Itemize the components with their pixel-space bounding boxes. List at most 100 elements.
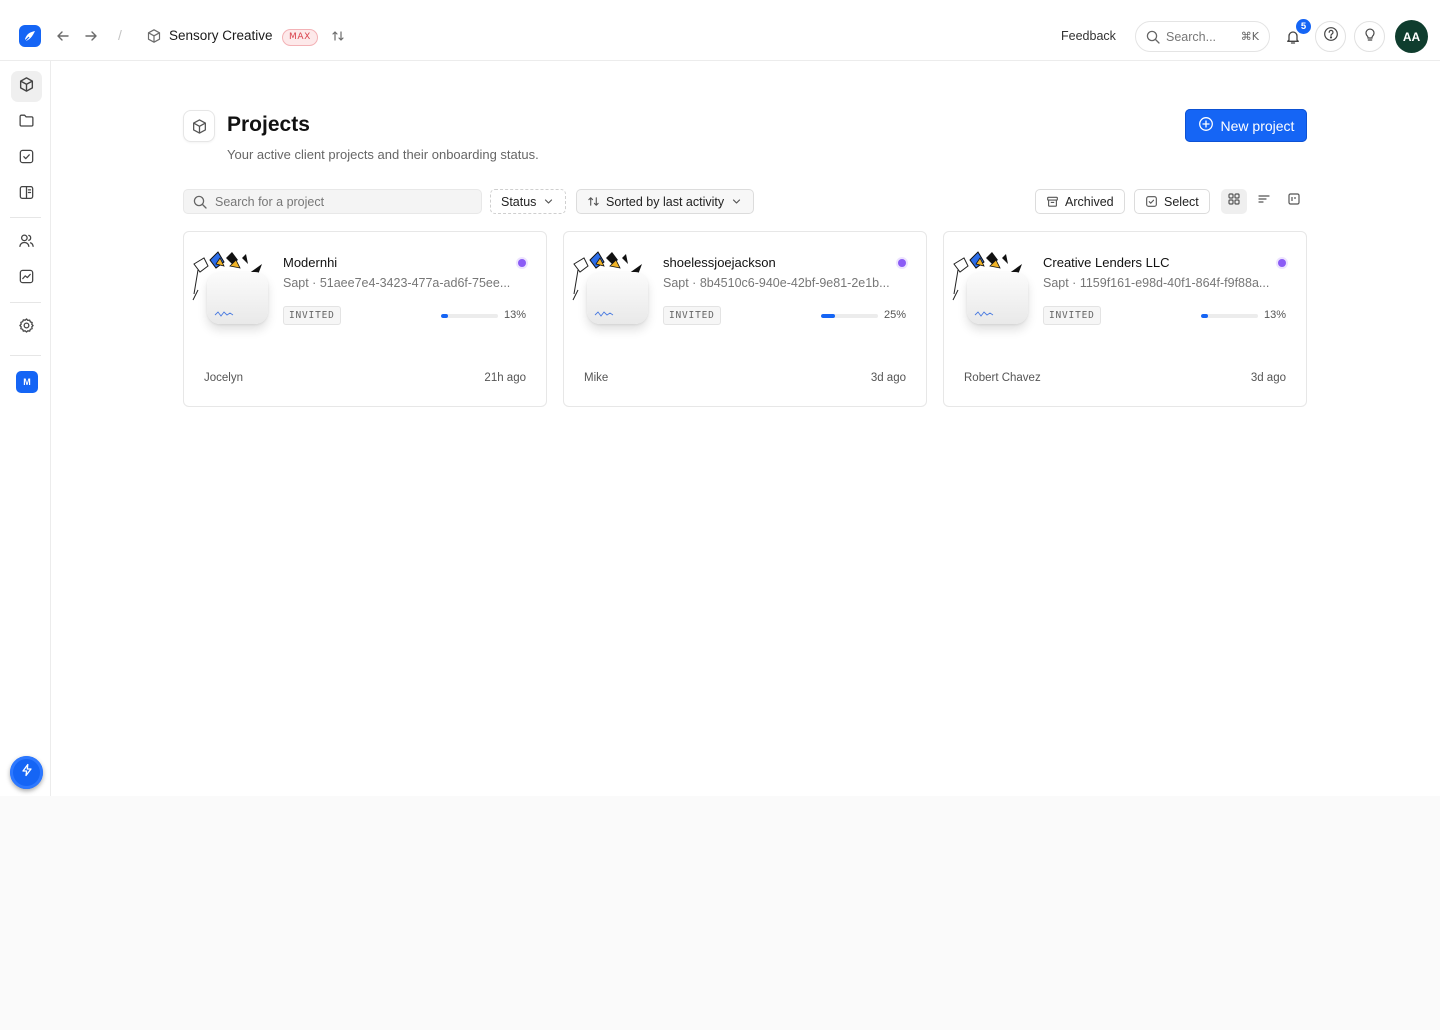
users-icon <box>18 232 35 254</box>
project-owner: Jocelyn <box>204 372 243 384</box>
project-card[interactable]: shoelessjoejackson Sapt · 8b4510c6-940e-… <box>563 231 927 407</box>
ideas-button[interactable] <box>1354 21 1385 52</box>
project-search-placeholder: Search for a project <box>215 194 325 209</box>
forward-arrow-icon[interactable] <box>83 28 99 44</box>
search-icon <box>193 195 207 209</box>
chart-icon <box>18 268 35 290</box>
progress-label: 25% <box>883 309 906 321</box>
sort-button[interactable]: Sorted by last activity <box>576 189 755 214</box>
list-icon <box>1257 192 1271 211</box>
check-square-icon <box>1145 195 1158 208</box>
folder-icon <box>18 112 35 134</box>
back-arrow-icon[interactable] <box>55 28 71 44</box>
check-square-icon <box>18 148 35 170</box>
sort-label: Sorted by last activity <box>606 194 725 209</box>
sidebar-item-analytics[interactable] <box>11 263 42 294</box>
sort-arrows-icon <box>587 195 600 208</box>
app-window: / Sensory Creative MAX Feedback Search..… <box>0 0 1440 796</box>
sidebar-item-forms[interactable] <box>11 179 42 210</box>
select-button[interactable]: Select <box>1134 189 1210 214</box>
gear-icon <box>18 317 35 339</box>
top-bar: / Sensory Creative MAX Feedback Search..… <box>0 12 1440 61</box>
progress-bar <box>1201 314 1258 318</box>
project-card[interactable]: Creative Lenders LLC Sapt · 1159f161-e98… <box>943 231 1307 407</box>
board-icon <box>1287 192 1301 211</box>
status-filter-button[interactable]: Status <box>490 189 567 214</box>
global-search[interactable]: Search... ⌘K <box>1135 21 1270 52</box>
sidebar-divider <box>10 302 41 303</box>
archived-label: Archived <box>1065 194 1114 209</box>
projects-box-icon <box>183 110 215 142</box>
status-filter-label: Status <box>501 194 537 209</box>
status-badge: INVITED <box>663 306 721 325</box>
lightning-icon <box>20 763 34 782</box>
progress-bar <box>441 314 498 318</box>
sidebar: M <box>0 61 51 796</box>
project-app-tile <box>967 272 1028 324</box>
grid-view-button[interactable] <box>1221 189 1247 214</box>
sidebar-item-projects[interactable] <box>11 71 42 102</box>
project-owner: Robert Chavez <box>964 372 1041 384</box>
app-logo-icon[interactable] <box>19 25 41 47</box>
project-meta: Sapt · 51aee7e4-3423-477a-ad6f-75ee... <box>283 276 511 290</box>
progress-bar <box>821 314 878 318</box>
last-activity: 3d ago <box>870 372 906 384</box>
sidebar-item-tasks[interactable] <box>11 143 42 174</box>
box-icon <box>18 76 35 98</box>
progress-fill <box>821 314 836 318</box>
global-search-placeholder: Search... <box>1166 29 1217 44</box>
progress-label: 13% <box>1263 309 1286 321</box>
search-shortcut: ⌘K <box>1240 30 1259 43</box>
help-button[interactable] <box>1315 21 1346 52</box>
progress-fill <box>441 314 449 318</box>
notification-count-badge: 5 <box>1296 19 1311 34</box>
breadcrumb-separator: / <box>118 27 122 43</box>
search-icon <box>1146 30 1160 44</box>
feedback-link[interactable]: Feedback <box>1061 29 1116 43</box>
select-label: Select <box>1164 194 1199 209</box>
new-project-label: New project <box>1220 117 1295 134</box>
chevron-down-icon <box>730 195 743 208</box>
progress-fill <box>1201 314 1209 318</box>
status-dot <box>518 259 526 267</box>
question-icon <box>1323 26 1339 47</box>
status-dot <box>898 259 906 267</box>
assistant-button[interactable] <box>10 756 43 789</box>
sidebar-item-clients[interactable] <box>11 227 42 258</box>
lightbulb-icon <box>1362 26 1378 47</box>
progress-label: 13% <box>503 309 526 321</box>
archived-button[interactable]: Archived <box>1035 189 1125 214</box>
switch-workspace-icon[interactable] <box>331 29 345 43</box>
workspace-box-icon <box>146 28 162 44</box>
list-view-button[interactable] <box>1251 189 1277 214</box>
plus-circle-icon <box>1198 116 1214 135</box>
archive-icon <box>1046 195 1059 208</box>
book-icon <box>18 184 35 206</box>
last-activity: 3d ago <box>1250 372 1286 384</box>
project-search-input[interactable]: Search for a project <box>183 189 482 214</box>
project-app-tile <box>587 272 648 324</box>
project-name: Creative Lenders LLC <box>1043 255 1170 270</box>
project-app-tile <box>207 272 268 324</box>
plan-badge: MAX <box>282 29 318 46</box>
avatar[interactable]: AA <box>1395 20 1428 53</box>
status-dot <box>1278 259 1286 267</box>
project-card[interactable]: Modernhi Sapt · 51aee7e4-3423-477a-ad6f-… <box>183 231 547 407</box>
status-badge: INVITED <box>1043 306 1101 325</box>
sidebar-item-settings[interactable] <box>11 312 42 343</box>
last-activity: 21h ago <box>484 372 526 384</box>
page-subtitle: Your active client projects and their on… <box>227 147 539 162</box>
project-meta: Sapt · 1159f161-e98d-40f1-864f-f9f88a... <box>1043 276 1270 290</box>
project-owner: Mike <box>584 372 609 384</box>
organization-badge[interactable]: M <box>16 371 38 393</box>
chevron-down-icon <box>542 195 555 208</box>
sidebar-item-files[interactable] <box>11 107 42 138</box>
project-name: shoelessjoejackson <box>663 255 776 270</box>
status-badge: INVITED <box>283 306 341 325</box>
workspace-name[interactable]: Sensory Creative <box>169 28 273 43</box>
new-project-button[interactable]: New project <box>1185 109 1307 142</box>
project-meta: Sapt · 8b4510c6-940e-42bf-9e81-2e1b... <box>663 276 890 290</box>
project-name: Modernhi <box>283 255 338 270</box>
page-title: Projects <box>227 113 310 136</box>
board-view-button[interactable] <box>1281 189 1307 214</box>
